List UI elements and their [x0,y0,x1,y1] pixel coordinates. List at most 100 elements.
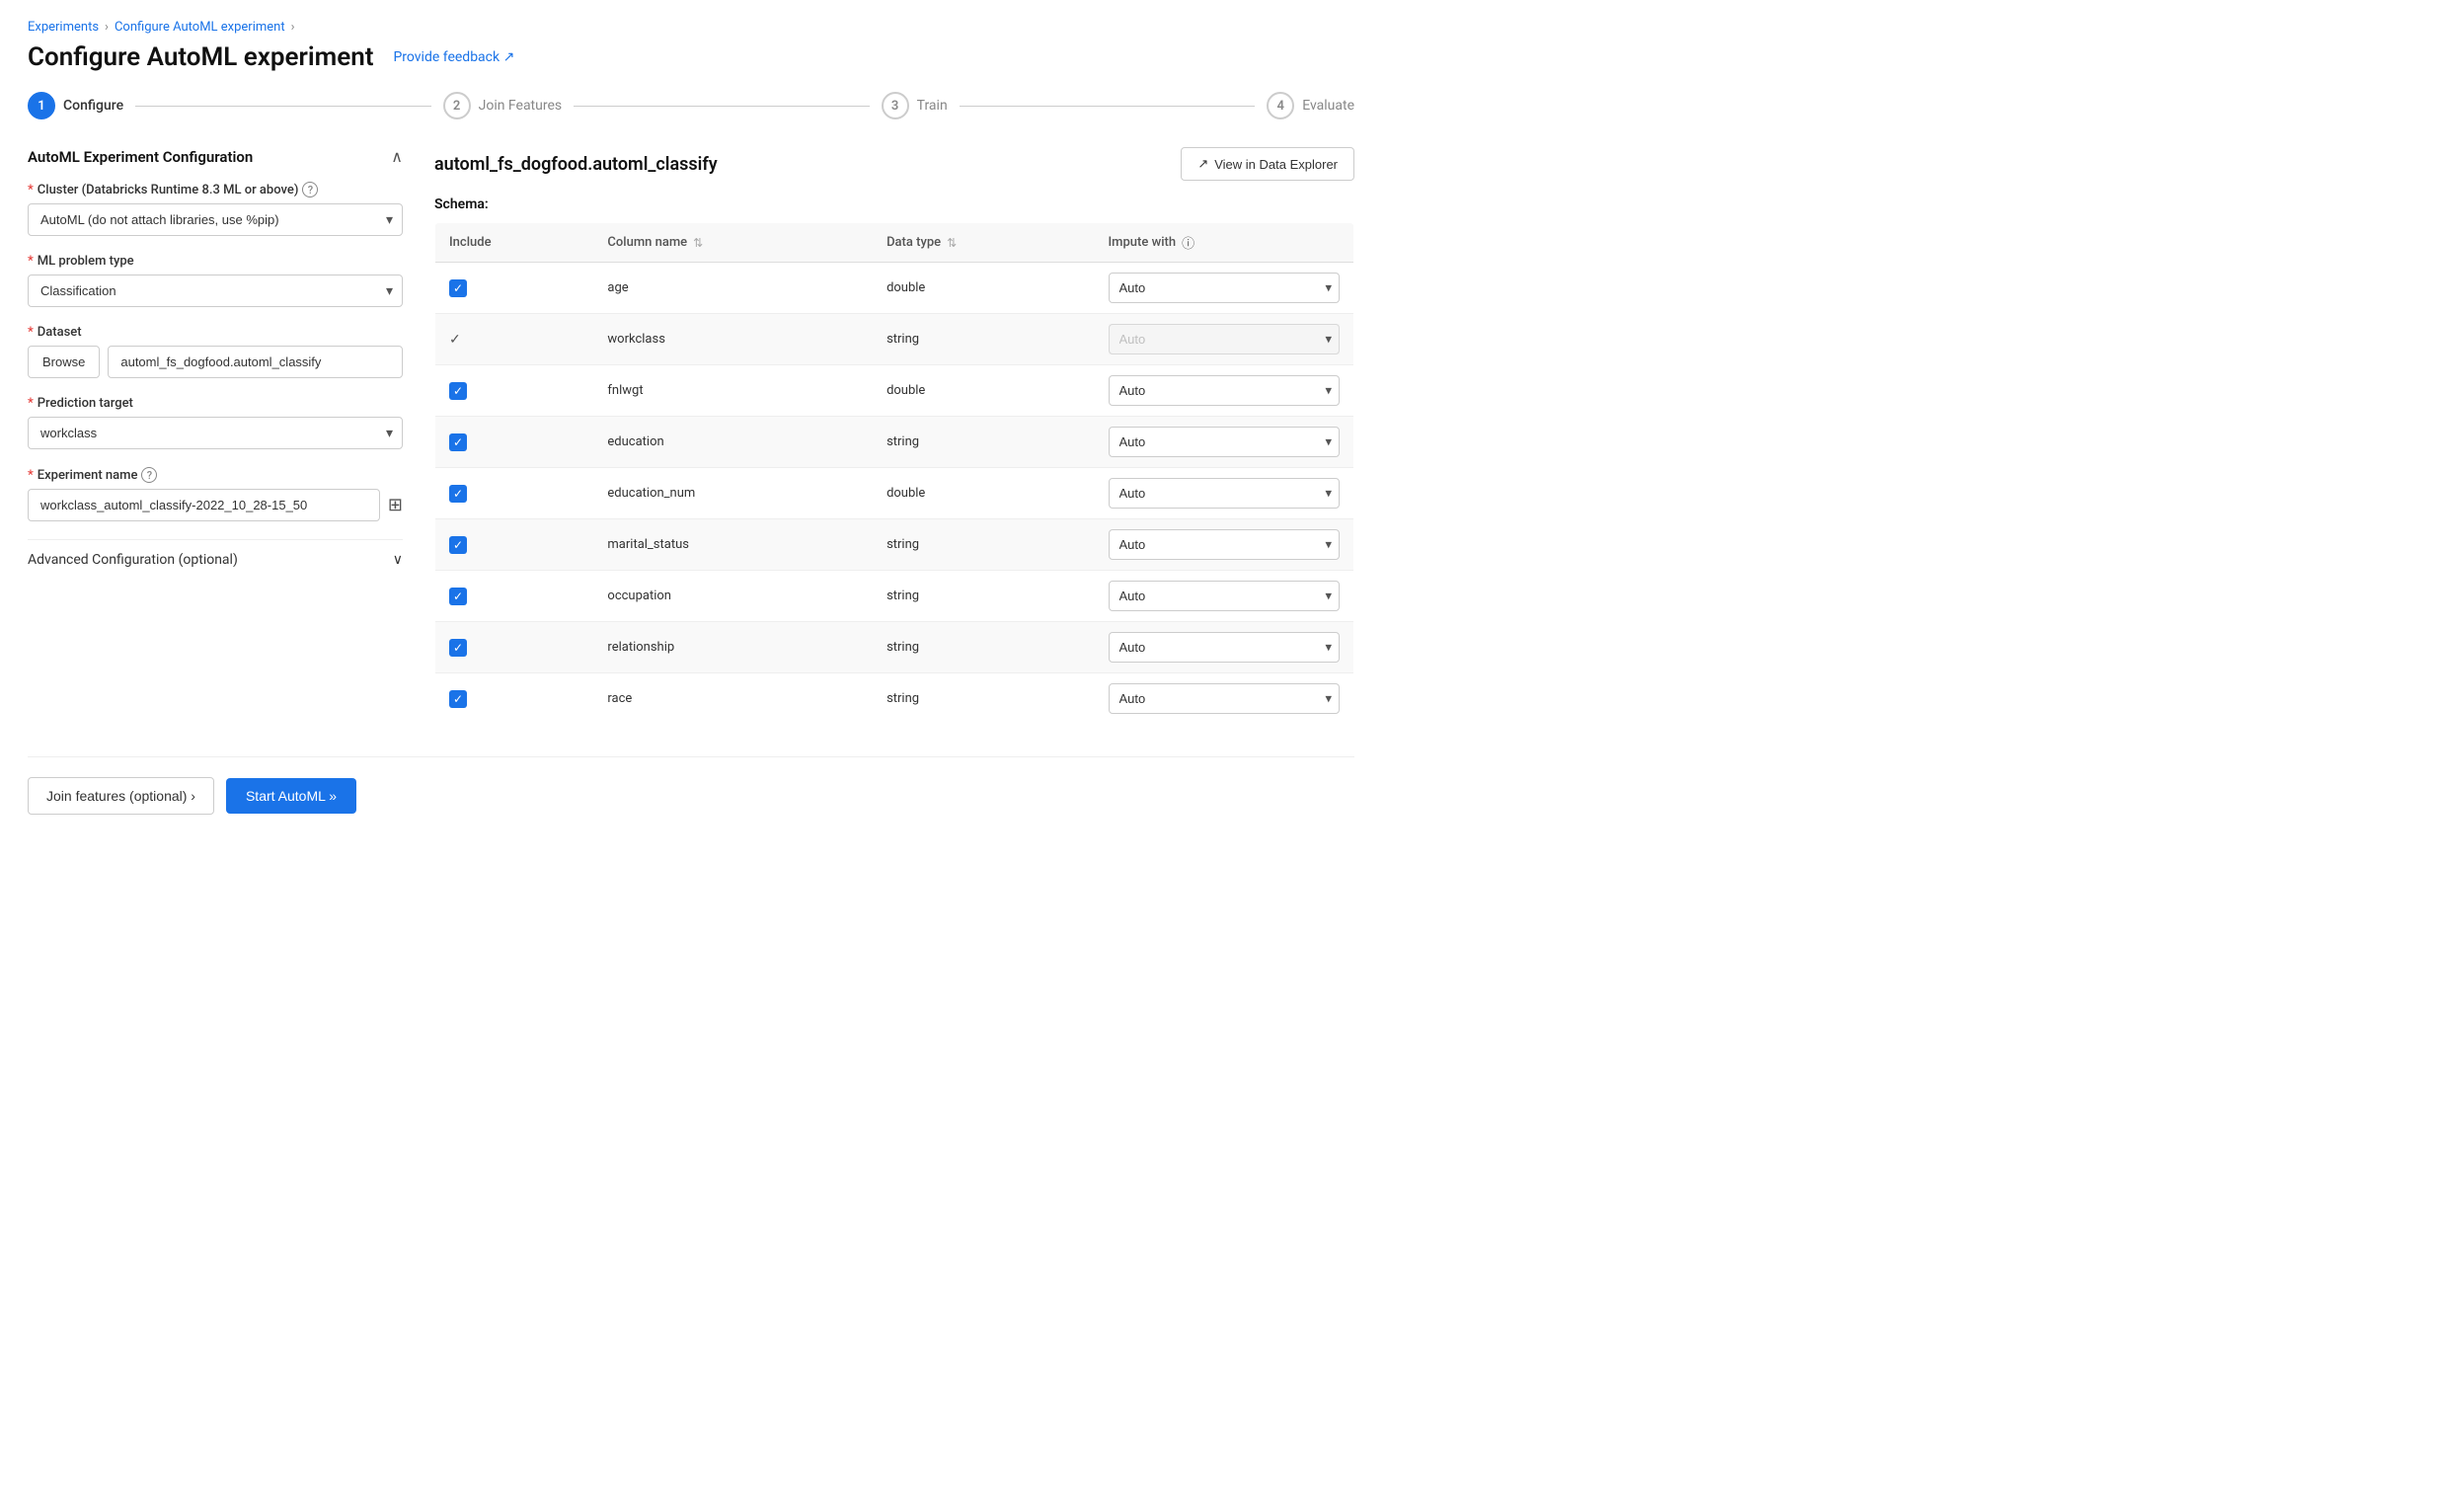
left-panel: AutoML Experiment Configuration ∧ * Clus… [28,147,403,725]
schema-table: Include Column name ⇅ Data type ⇅ [434,222,1354,725]
experiment-name-field: * Experiment name ? ⊞ [28,467,403,521]
cluster-select-wrapper: AutoML (do not attach libraries, use %pi… [28,203,403,236]
cluster-field: * Cluster (Databricks Runtime 8.3 ML or … [28,182,403,236]
cluster-label: * Cluster (Databricks Runtime 8.3 ML or … [28,182,403,197]
impute-select[interactable]: Auto [1109,273,1341,303]
main-layout: AutoML Experiment Configuration ∧ * Clus… [28,147,1354,725]
problem-type-field: * ML problem type Classification [28,254,403,307]
checkbox-checked[interactable]: ✓ [449,536,467,554]
step-3-train[interactable]: 3 Train [882,92,948,119]
dataset-input[interactable] [108,346,403,378]
impute-cell: Auto [1095,365,1354,417]
step-4-evaluate[interactable]: 4 Evaluate [1267,92,1354,119]
footer-buttons: Join features (optional) › Start AutoML … [28,756,1354,815]
data-type-cell: string [873,314,1094,365]
advanced-config-section[interactable]: Advanced Configuration (optional) ∨ [28,539,403,580]
collapse-icon[interactable]: ∧ [391,147,403,166]
page-header: Configure AutoML experiment Provide feed… [28,42,1354,72]
checkbox-checked[interactable]: ✓ [449,639,467,657]
data-type-cell: string [873,417,1094,468]
step-connector-3 [960,106,1256,107]
dataset-label: * Dataset [28,325,403,340]
step-3-circle: 3 [882,92,909,119]
impute-select[interactable]: Auto [1109,581,1341,611]
step-3-label: Train [917,98,948,114]
experiment-name-input[interactable] [28,489,380,521]
prediction-target-field: * Prediction target workclass [28,396,403,449]
step-connector-1 [135,106,431,107]
external-link-icon: ↗ [1197,156,1208,172]
include-cell: ✓ [435,519,594,571]
edit-icon[interactable]: ⊞ [388,495,403,515]
experiment-help-icon[interactable]: ? [141,467,157,483]
start-automl-button[interactable]: Start AutoML » [226,778,356,814]
impute-select[interactable]: Auto [1109,375,1341,406]
include-cell: ✓ [435,417,594,468]
include-cell: ✓ [435,314,594,365]
checkbox-checked[interactable]: ✓ [449,279,467,297]
checkbox-checked[interactable]: ✓ [449,485,467,503]
table-title: automl_fs_dogfood.automl_classify [434,154,718,175]
data-type-cell: double [873,365,1094,417]
impute-select: Auto [1109,324,1341,354]
view-in-data-explorer-button[interactable]: ↗ View in Data Explorer [1181,147,1354,181]
table-row: ✓agedoubleAuto [435,263,1354,314]
column-name-cell: occupation [593,571,873,622]
impute-select[interactable]: Auto [1109,632,1341,663]
problem-type-select-wrapper: Classification [28,275,403,307]
impute-cell: Auto [1095,673,1354,725]
data-type-cell: string [873,519,1094,571]
right-panel: automl_fs_dogfood.automl_classify ↗ View… [434,147,1354,725]
impute-select[interactable]: Auto [1109,427,1341,457]
advanced-label: Advanced Configuration (optional) [28,552,238,568]
column-name-cell: race [593,673,873,725]
experiment-input-row: ⊞ [28,489,403,521]
column-name-cell: education_num [593,468,873,519]
include-cell: ✓ [435,622,594,673]
table-row: ✓occupationstringAuto [435,571,1354,622]
checkbox-checked[interactable]: ✓ [449,690,467,708]
checkbox-check[interactable]: ✓ [449,332,461,348]
column-name-cell: age [593,263,873,314]
browse-button[interactable]: Browse [28,346,100,378]
include-cell: ✓ [435,571,594,622]
right-header: automl_fs_dogfood.automl_classify ↗ View… [434,147,1354,181]
impute-select[interactable]: Auto [1109,683,1341,714]
schema-label: Schema: [434,196,1354,212]
cluster-select[interactable]: AutoML (do not attach libraries, use %pi… [28,203,403,236]
col-impute-with: Impute with ⓘ [1095,223,1354,263]
col-column-name: Column name ⇅ [593,223,873,263]
step-4-label: Evaluate [1302,98,1354,114]
impute-cell: Auto [1095,417,1354,468]
impute-cell: Auto [1095,519,1354,571]
column-name-sort-icon[interactable]: ⇅ [693,236,703,250]
checkbox-checked[interactable]: ✓ [449,588,467,605]
checkbox-checked[interactable]: ✓ [449,382,467,400]
step-1-configure[interactable]: 1 Configure [28,92,123,119]
impute-select[interactable]: Auto [1109,529,1341,560]
impute-cell: Auto [1095,314,1354,365]
section-header: AutoML Experiment Configuration ∧ [28,147,403,166]
data-type-sort-icon[interactable]: ⇅ [947,236,957,250]
step-4-circle: 4 [1267,92,1294,119]
join-features-button[interactable]: Join features (optional) › [28,777,214,815]
impute-select[interactable]: Auto [1109,478,1341,509]
table-row: ✓racestringAuto [435,673,1354,725]
section-title: AutoML Experiment Configuration [28,148,253,166]
impute-info-icon[interactable]: ⓘ [1182,233,1194,252]
table-row: ✓education_numdoubleAuto [435,468,1354,519]
breadcrumb-configure[interactable]: Configure AutoML experiment [115,20,285,35]
include-cell: ✓ [435,365,594,417]
col-data-type: Data type ⇅ [873,223,1094,263]
breadcrumb-experiments[interactable]: Experiments [28,20,99,35]
step-2-label: Join Features [479,98,563,114]
checkbox-checked[interactable]: ✓ [449,433,467,451]
column-name-cell: marital_status [593,519,873,571]
cluster-help-icon[interactable]: ? [302,182,318,197]
prediction-target-select[interactable]: workclass [28,417,403,449]
include-cell: ✓ [435,673,594,725]
problem-type-select[interactable]: Classification [28,275,403,307]
step-2-join[interactable]: 2 Join Features [443,92,563,119]
dataset-field: * Dataset Browse [28,325,403,378]
feedback-link[interactable]: Provide feedback ↗ [393,49,514,65]
